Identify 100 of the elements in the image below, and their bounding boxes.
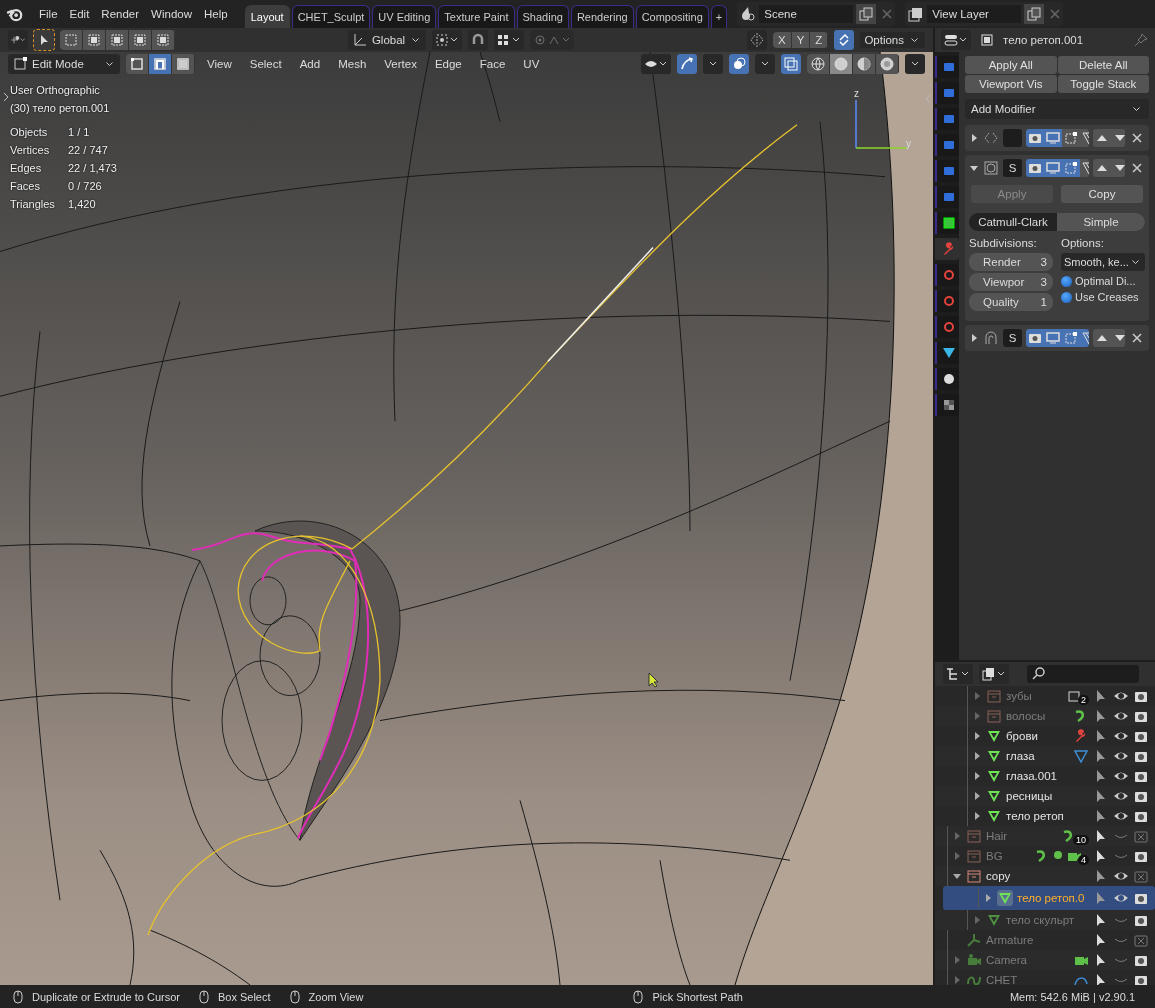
uv-smooth-dropdown[interactable]: Smooth, ke... (1061, 253, 1145, 271)
orientation-dropdown[interactable]: Global (347, 30, 427, 50)
add-modifier-dropdown[interactable]: Add Modifier (965, 99, 1149, 119)
menu-item[interactable]: Window (146, 5, 197, 23)
subdivision-type-option[interactable]: Catmull-Clark (969, 213, 1057, 231)
modifier-stack-button[interactable]: Delete All (1057, 56, 1149, 74)
expand-arrow-icon[interactable] (969, 333, 979, 343)
selection-mode-icon[interactable] (152, 30, 175, 50)
mesh-select-mode-icon[interactable] (126, 54, 149, 74)
selection-mode-icon[interactable] (129, 30, 152, 50)
editor-type-icon[interactable] (941, 30, 971, 50)
viewport-menu-item[interactable]: Select (243, 55, 288, 73)
render-toggle-icon[interactable] (1026, 329, 1045, 347)
axis-toggle[interactable]: Z (810, 32, 829, 48)
view-layer-icon[interactable] (908, 6, 925, 22)
copy-button[interactable]: Copy (1061, 185, 1143, 203)
move-up-icon[interactable] (1093, 129, 1112, 147)
viewport-menu-item[interactable]: Mesh (332, 55, 373, 73)
tool-settings-icon[interactable] (8, 30, 28, 50)
gizmo-icon[interactable] (677, 54, 697, 74)
mode-dropdown[interactable]: Edit Mode (8, 54, 120, 74)
viewport-menu-item[interactable]: Vertex (378, 55, 423, 73)
search-field[interactable] (1027, 665, 1139, 683)
expand-arrow-icon[interactable] (983, 893, 993, 903)
duplicate-icon[interactable] (856, 4, 877, 24)
expand-arrow-icon[interactable] (969, 133, 979, 143)
workspace-tab[interactable]: UV Editing (372, 5, 437, 28)
number-field[interactable]: Render 3 (969, 253, 1053, 271)
expand-arrow-icon[interactable] (972, 811, 982, 821)
modifier-stack-button[interactable]: Toggle Stack (1057, 75, 1149, 93)
checkbox[interactable] (1061, 291, 1072, 303)
mirror-icon[interactable] (747, 30, 767, 50)
scene-selector[interactable]: Scene (737, 2, 896, 26)
axis-toggle[interactable]: X (773, 32, 792, 48)
edit-mode-toggle-icon[interactable] (1062, 329, 1081, 347)
workspace-tab[interactable]: Compositing (635, 5, 709, 28)
shading-mode-icon[interactable] (807, 54, 830, 74)
pin-icon[interactable] (1133, 32, 1149, 48)
workspace-tab[interactable]: Rendering (570, 5, 634, 28)
number-field[interactable]: Viewpor 3 (969, 273, 1053, 291)
selection-mode-icon[interactable] (106, 30, 129, 50)
viewport-toggle-icon[interactable] (1044, 329, 1063, 347)
subdivision-type-option[interactable]: Simple (1057, 213, 1145, 231)
move-down-icon[interactable] (1111, 129, 1125, 147)
expand-arrow-icon[interactable] (972, 791, 982, 801)
edit-mode-toggle-icon[interactable] (1062, 159, 1081, 177)
render-toggle-icon[interactable] (1026, 129, 1045, 147)
select-tool-icon[interactable] (34, 30, 54, 50)
snap-icon[interactable] (468, 30, 489, 50)
move-up-icon[interactable] (1093, 329, 1112, 347)
modifier-name-field[interactable]: S (1003, 159, 1023, 177)
expand-arrow-icon[interactable] (969, 163, 979, 173)
add-workspace-tab[interactable]: + (710, 5, 728, 28)
snap-target-icon[interactable] (494, 30, 525, 50)
shading-mode-icon[interactable] (830, 54, 853, 74)
duplicate-icon[interactable] (1024, 4, 1045, 24)
menu-item[interactable]: Edit (64, 5, 95, 23)
move-up-icon[interactable] (1093, 159, 1112, 177)
expand-arrow-icon[interactable] (972, 771, 982, 781)
modifier-stack-button[interactable]: Viewport Vis (965, 75, 1057, 93)
expand-arrow-icon[interactable] (952, 871, 962, 881)
render-toggle-icon[interactable] (1026, 159, 1045, 177)
viewport-toggle-icon[interactable] (1044, 159, 1063, 177)
filter-icon[interactable] (979, 664, 1009, 684)
menu-item[interactable]: File (34, 5, 63, 23)
visibility-icon[interactable] (641, 54, 671, 74)
viewport-menu-item[interactable]: Add (293, 55, 327, 73)
edit-mode-toggle-icon[interactable] (1062, 129, 1081, 147)
options-dropdown[interactable]: Options (860, 32, 925, 48)
display-mode-icon[interactable] (943, 664, 973, 684)
workspace-tab[interactable]: CHET_Sculpt (291, 5, 371, 28)
mesh-select-mode-icon[interactable] (172, 54, 195, 74)
expand-arrow-icon[interactable] (972, 751, 982, 761)
menu-item[interactable]: Help (199, 5, 233, 23)
caret-icon[interactable] (905, 54, 925, 74)
modifier-name-field[interactable]: S (1003, 329, 1023, 347)
outliner-row[interactable]: тело ретоп.0 (943, 886, 1155, 910)
toolbar-expand-icon[interactable] (3, 92, 9, 102)
viewport-menu-item[interactable]: Face (473, 55, 512, 73)
viewport-toggle-icon[interactable] (1044, 129, 1063, 147)
workspace-tab[interactable]: Texture Paint (438, 5, 515, 28)
selection-mode-icon[interactable] (60, 30, 83, 50)
view-layer-selector[interactable]: View Layer (905, 2, 1064, 26)
move-down-icon[interactable] (1111, 329, 1125, 347)
workspace-tab[interactable]: Shading (516, 5, 569, 28)
expand-arrow-icon[interactable] (972, 731, 982, 741)
viewport-menu-item[interactable]: Edge (428, 55, 468, 73)
viewport-menu-item[interactable]: UV (517, 55, 546, 73)
square-icon[interactable] (935, 212, 959, 234)
mesh-select-mode-icon[interactable] (149, 54, 172, 74)
x-ray-icon[interactable] (781, 54, 801, 74)
shading-mode-icon[interactable] (853, 54, 876, 74)
axis-gizmo[interactable]: z y (846, 88, 916, 154)
texture-icon[interactable] (935, 394, 959, 416)
auto-merge-icon[interactable] (834, 30, 855, 50)
pivot-point-icon[interactable] (432, 30, 463, 50)
modifier-name-field[interactable] (1003, 129, 1023, 147)
viewport-menu-item[interactable]: View (201, 55, 238, 73)
number-field[interactable]: Quality 1 (969, 293, 1053, 311)
checkbox[interactable] (1061, 275, 1072, 287)
